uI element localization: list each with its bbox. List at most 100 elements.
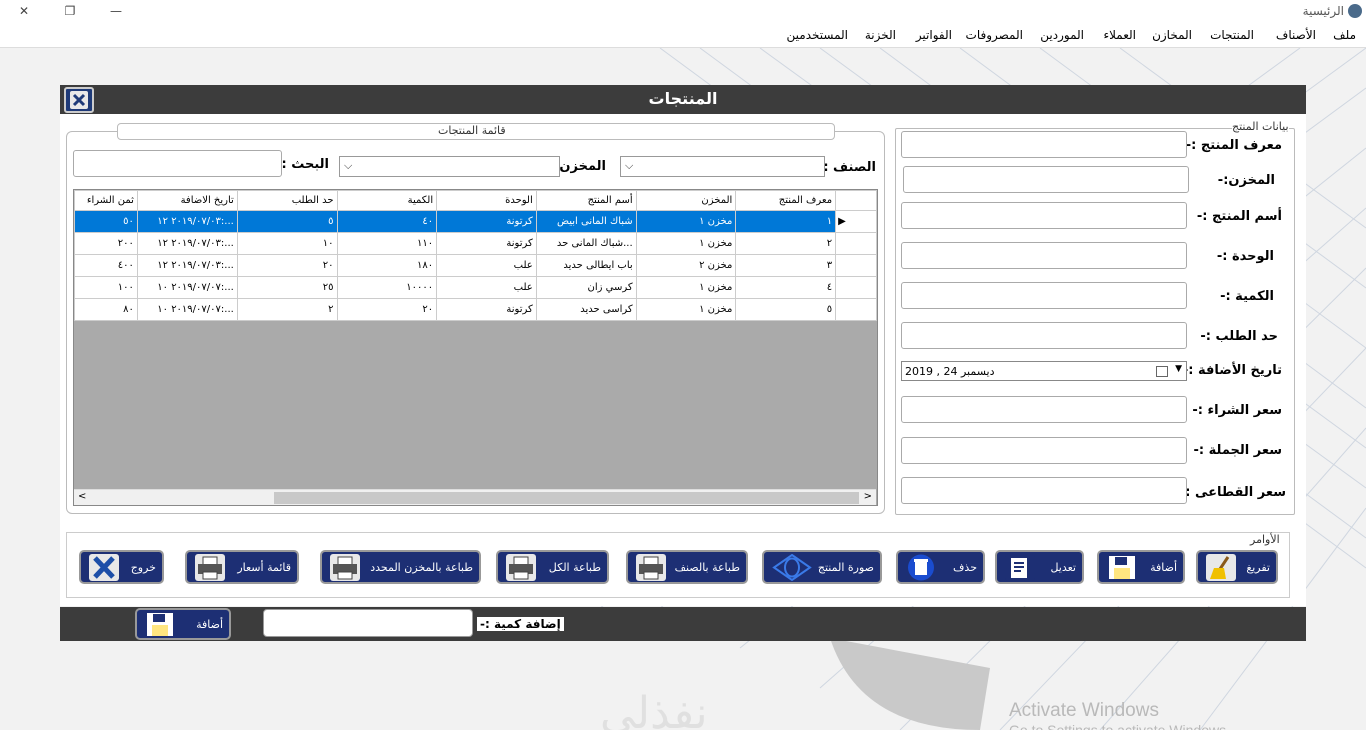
print-all-button[interactable]: طباعة الكل [496,550,609,584]
menu-categories[interactable]: الأصناف [1276,28,1316,42]
grid-horizontal-scrollbar[interactable]: < > [74,489,876,505]
col-header[interactable]: معرف المنتج [735,190,837,211]
col-header[interactable]: حد الطلب [236,190,338,211]
cell[interactable]: مخزن ١ [635,276,737,299]
row-selector-icon[interactable]: ▶ [835,210,877,233]
products-grid[interactable]: ثمن الشراء تاريخ الاضافة حد الطلب الكمية… [73,189,878,506]
cell[interactable]: شباك المانى ابيض [535,210,637,233]
col-header[interactable]: الوحدة [436,190,537,211]
cell[interactable]: ٤ [735,276,837,299]
close-icon[interactable]: ✕ [14,2,34,20]
category-combo[interactable]: ⌵ [620,156,825,177]
scroll-left-icon[interactable]: < [78,491,86,502]
cell[interactable]: ١٠ [236,232,338,255]
menu-treasury[interactable]: الخزنة [865,28,896,42]
cell[interactable]: ١ [735,210,837,233]
cell[interactable]: باب ايطالى حديد [535,254,637,277]
table-row[interactable]: ٢٠٠ ٢٠١٩/٠٧/٠٣ ١٢:... ١٠ ١١٠ كرتونة شباك… [74,232,877,255]
delete-button[interactable]: حذف [896,550,985,584]
cell[interactable]: ٢٠ [336,298,438,321]
cell[interactable]: شباك المانى حد... [535,232,637,255]
cell[interactable]: ١١٠ [336,232,438,255]
scroll-right-icon[interactable]: > [864,491,872,502]
cell[interactable]: مخزن ٢ [635,254,737,277]
cell[interactable]: كرتونة [436,210,537,233]
cell[interactable]: ٢ [735,232,837,255]
reorder-limit-input[interactable] [901,322,1187,349]
cell[interactable]: كرتونة [436,232,537,255]
product-id-input[interactable] [901,131,1187,158]
cell[interactable]: ٢٠٠ [74,232,138,255]
product-name-input[interactable] [901,202,1187,229]
row-header[interactable] [835,298,877,321]
exit-button[interactable]: خروج [79,550,164,584]
table-row[interactable]: ١٠٠ ٢٠١٩/٠٧/٠٧ ١٠:... ٢٥ ١٠٠٠٠ علب كرسي … [74,276,877,299]
cell[interactable]: مخزن ١ [635,298,737,321]
cell[interactable]: ٢٠١٩/٠٧/٠٣ ١٢:... [136,232,238,255]
cell[interactable]: ١٠٠٠٠ [336,276,438,299]
add-quantity-input[interactable] [263,609,473,637]
scrollbar-thumb[interactable] [274,492,859,504]
clear-button[interactable]: تفريغ [1196,550,1278,584]
col-header[interactable]: الكمية [336,190,438,211]
table-row[interactable]: ٤٠٠ ٢٠١٩/٠٧/٠٣ ١٢:... ٢٠ ١٨٠ علب باب ايط… [74,254,877,277]
calendar-icon[interactable] [1156,366,1168,377]
cell[interactable]: كراسى حديد [535,298,637,321]
menu-suppliers[interactable]: الموردين [1040,28,1084,42]
restore-icon[interactable]: ❐ [60,2,80,20]
cell[interactable]: ٥٠ [74,210,138,233]
cell[interactable]: ٢٥ [236,276,338,299]
cell[interactable]: كرسي زان [535,276,637,299]
col-header[interactable]: ثمن الشراء [74,190,138,211]
panel-close-button[interactable] [64,87,94,113]
menu-users[interactable]: المستخدمين [787,28,848,42]
cell[interactable]: ٨٠ [74,298,138,321]
product-image-button[interactable]: صورة المنتج [762,550,882,584]
unit-input[interactable] [901,242,1187,269]
menu-customers[interactable]: العملاء [1103,28,1136,42]
menu-expenses[interactable]: المصروفات [966,28,1023,42]
purchase-price-input[interactable] [901,396,1187,423]
cell[interactable]: ٢٠١٩/٠٧/٠٣ ١٢:... [136,254,238,277]
cell[interactable]: ١٠٠ [74,276,138,299]
row-header[interactable] [835,254,877,277]
cell[interactable]: ٢٠ [236,254,338,277]
table-row[interactable]: ٥٠ ٢٠١٩/٠٧/٠٣ ١٢:... ٥ ٤٠ كرتونة شباك ال… [74,210,877,233]
print-by-store-button[interactable]: طباعة بالمخزن المحدد [320,550,481,584]
add-button[interactable]: أضافة [1097,550,1185,584]
cell[interactable]: ٢٠١٩/٠٧/٠٧ ١٠:... [136,298,238,321]
search-input[interactable] [73,150,282,177]
cell[interactable]: ٤٠٠ [74,254,138,277]
cell[interactable]: ٤٠ [336,210,438,233]
row-header[interactable] [835,232,877,255]
menu-invoices[interactable]: الفواتير [916,28,952,42]
cell[interactable]: مخزن ١ [635,210,737,233]
minimize-icon[interactable]: — [106,2,126,20]
col-header[interactable]: أسم المنتج [535,190,637,211]
chevron-down-icon[interactable]: ▼ [1175,364,1182,374]
add-date-picker[interactable]: 2019 , ديسمبر 24 ▼ [901,361,1187,381]
cell[interactable]: ٥ [236,210,338,233]
cell[interactable]: ١٨٠ [336,254,438,277]
product-store-input[interactable] [903,166,1189,193]
col-header[interactable]: المخزن [635,190,737,211]
cell[interactable]: مخزن ١ [635,232,737,255]
retail-price-input[interactable] [901,477,1187,504]
table-row[interactable]: ٨٠ ٢٠١٩/٠٧/٠٧ ١٠:... ٢ ٢٠ كرتونة كراسى ح… [74,298,877,321]
edit-button[interactable]: تعديل [995,550,1084,584]
col-header[interactable]: تاريخ الاضافة [136,190,238,211]
cell[interactable]: علب [436,276,537,299]
cell[interactable]: ٣ [735,254,837,277]
cell[interactable]: ٢ [236,298,338,321]
quantity-input[interactable] [901,282,1187,309]
menu-products[interactable]: المنتجات [1210,28,1254,42]
cell[interactable]: علب [436,254,537,277]
cell[interactable]: ٥ [735,298,837,321]
menu-stores[interactable]: المخازن [1152,28,1192,42]
menu-file[interactable]: ملف [1333,28,1356,42]
add-quantity-button[interactable]: أضافة [135,608,231,640]
cell[interactable]: كرتونة [436,298,537,321]
wholesale-price-input[interactable] [901,437,1187,464]
row-header[interactable] [835,276,877,299]
print-by-category-button[interactable]: طباعة بالصنف [626,550,748,584]
